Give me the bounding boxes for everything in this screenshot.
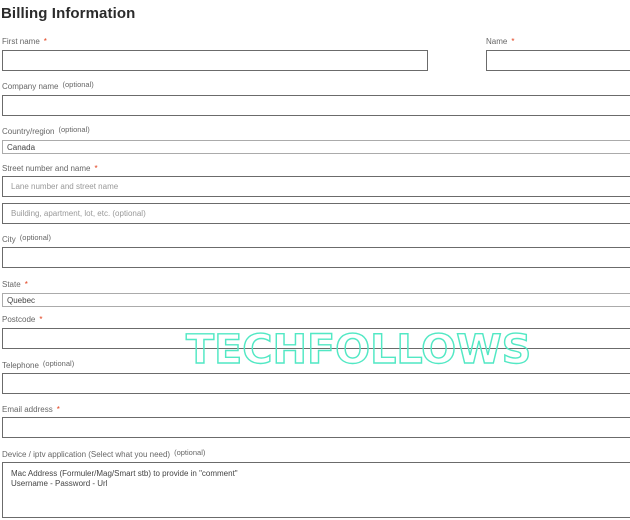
required-marker: * [43, 37, 47, 46]
city-label-text: City [2, 235, 16, 244]
optional-marker: (optional) [62, 80, 94, 89]
optional-marker: (optional) [19, 233, 52, 242]
street-line-2-placeholder: Building, apartment, lot, etc. (optional… [11, 209, 146, 218]
street-line-2-input[interactable]: Building, apartment, lot, etc. (optional… [2, 203, 630, 224]
city-label: City (optional) [2, 233, 52, 244]
telephone-label-text: Telephone [2, 361, 39, 370]
email-label-text: Email address [2, 405, 53, 414]
state-select[interactable]: Quebec [2, 293, 630, 307]
country-select[interactable]: Canada [2, 140, 630, 154]
postcode-label: Postcode * [2, 315, 42, 324]
country-label: Country/region (optional) [2, 125, 90, 136]
postcode-input[interactable] [2, 328, 630, 349]
street-label-text: Street number and name [2, 164, 91, 173]
street-line-1-input[interactable]: Lane number and street name [2, 176, 630, 197]
first-name-input[interactable] [2, 50, 428, 71]
last-name-label: Name * [486, 37, 514, 46]
city-input[interactable] [2, 247, 630, 268]
last-name-input[interactable] [486, 50, 630, 71]
page-title: Billing Information [1, 5, 136, 22]
street-line-1-placeholder: Lane number and street name [11, 182, 119, 191]
email-input[interactable] [2, 417, 630, 438]
company-label-text: Company name [2, 82, 59, 91]
state-selected-value: Quebec [7, 295, 36, 305]
state-label-text: State [2, 280, 21, 289]
device-label-text: Device / iptv application (Select what y… [2, 450, 171, 459]
company-input[interactable] [2, 95, 630, 116]
last-name-label-text: Name [486, 37, 508, 46]
first-name-label: First name * [2, 37, 47, 46]
device-placeholder-line-1: Mac Address (Formuler/Mag/Smart stb) to … [11, 469, 238, 478]
optional-marker: (optional) [42, 359, 75, 368]
required-marker: * [24, 280, 28, 289]
telephone-input[interactable] [2, 373, 630, 394]
country-label-text: Country/region [2, 127, 55, 136]
email-label: Email address * [2, 405, 60, 414]
device-placeholder-line-2: Username - Password - Url [11, 479, 108, 488]
required-marker: * [511, 37, 515, 46]
street-label: Street number and name * [2, 164, 98, 173]
device-label: Device / iptv application (Select what y… [2, 448, 206, 459]
required-marker: * [39, 315, 43, 324]
postcode-label-text: Postcode [2, 315, 36, 324]
company-label: Company name (optional) [2, 80, 94, 91]
state-label: State * [2, 280, 28, 289]
optional-marker: (optional) [174, 448, 206, 457]
device-textarea[interactable]: Mac Address (Formuler/Mag/Smart stb) to … [2, 462, 630, 518]
telephone-label: Telephone (optional) [2, 359, 75, 370]
first-name-label-text: First name [2, 37, 40, 46]
required-marker: * [56, 405, 60, 414]
required-marker: * [94, 164, 98, 173]
optional-marker: (optional) [58, 125, 90, 134]
country-selected-value: Canada [7, 142, 36, 152]
